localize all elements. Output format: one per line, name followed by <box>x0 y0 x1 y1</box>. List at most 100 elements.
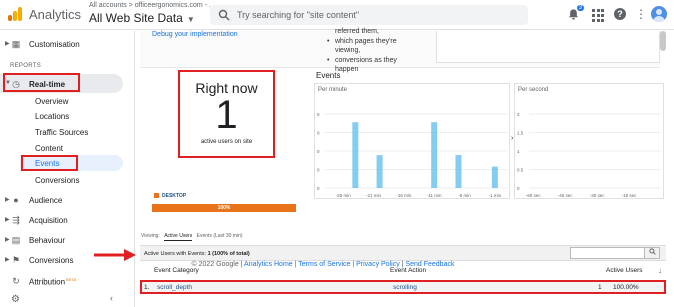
acquisition-icon: ⇶ <box>12 215 20 225</box>
sidebar-subitem-conversions[interactable]: Conversions <box>35 176 79 185</box>
info-panel: Debug your implementation referred them,… <box>140 28 666 73</box>
sidebar-item-audience[interactable]: ▶ ● Audience <box>0 191 135 209</box>
x-tick-label: -21 min <box>366 193 382 198</box>
x-tick-label: -26 min <box>336 193 352 198</box>
chevron-right-icon: ▶ <box>5 41 10 47</box>
highlight-box-realtime <box>3 73 80 92</box>
bullet-text: referred them, <box>335 28 379 35</box>
help-icon[interactable]: ? <box>614 8 626 20</box>
search-bar[interactable]: Try searching for "site content" <box>210 5 528 25</box>
y-tick-label: 0.5 <box>517 168 524 173</box>
column-header-active-users[interactable]: Active Users <box>606 267 642 274</box>
accounts-breadcrumb[interactable]: All accounts > officeergonomics.com - ..… <box>89 2 215 9</box>
viewing-label: Viewing: <box>141 233 160 239</box>
x-tick-label: -45 sec <box>558 193 574 198</box>
app-name: Analytics <box>29 7 82 22</box>
x-tick-label: -60 sec <box>526 193 542 198</box>
sidebar-item-label: Conversions <box>29 256 74 265</box>
sidebar-subitem-content[interactable]: Content <box>35 144 63 153</box>
x-tick-label: -11 min <box>427 193 442 198</box>
chevron-right-icon: ▶ <box>5 197 10 203</box>
device-label: DESKTOP <box>162 193 187 199</box>
avatar[interactable] <box>651 6 667 22</box>
summary-prefix: Active Users with Events: <box>144 251 208 257</box>
active-users-percent-cell: 100.00% <box>613 284 639 291</box>
property-name: All Web Site Data <box>89 11 183 25</box>
y-tick-label: 0 <box>317 112 320 117</box>
y-tick-label: 1.5 <box>517 131 524 136</box>
table-summary-bar: Active Users with Events: 1 (100% of tot… <box>140 245 666 261</box>
sidebar-item-acquisition[interactable]: ▶ ⇶ Acquisition <box>0 211 135 229</box>
tab-active-users[interactable]: Active Users <box>164 233 193 241</box>
notifications-bell-icon[interactable]: 3 <box>567 5 584 22</box>
flag-icon: ⚑ <box>11 255 21 265</box>
y-tick-label: 0 <box>317 149 320 154</box>
per-second-chart: Per second 2 1.5 1 0.5 0 -60 sec -45 sec -30 se… <box>514 83 664 199</box>
sidebar-item-label: Acquisition <box>29 216 68 225</box>
person-icon: ● <box>13 195 19 205</box>
y-tick-label: 1 <box>517 149 520 154</box>
search-placeholder: Try searching for "site content" <box>237 10 360 20</box>
event-action-cell[interactable]: scrolling <box>393 284 417 291</box>
dashboard-icon: ▦ <box>11 39 21 49</box>
collapse-sidebar-icon[interactable]: ‹ <box>110 293 113 303</box>
summary-value: 1 (100% of total) <box>207 251 250 257</box>
highlight-box-events <box>21 155 78 171</box>
footer-link-analytics-home[interactable]: Analytics Home <box>244 261 293 268</box>
debug-implementation-link[interactable]: Debug your implementation <box>152 31 238 38</box>
active-users-count: 1 <box>215 93 238 137</box>
x-tick-label: -30 sec <box>590 193 606 198</box>
attribution-icon: ↻ <box>12 276 20 286</box>
y-tick-label: 0 <box>317 186 320 191</box>
device-legend: DESKTOP <box>154 193 186 199</box>
more-vert-icon[interactable]: ⋮ <box>635 8 647 22</box>
event-category-cell[interactable]: scroll_depth <box>157 284 192 291</box>
per-minute-chart-svg: 0 0 0 0 0 -26 min -21 min -16 min -11 min -6 min -… <box>317 112 507 198</box>
scrollbar[interactable] <box>660 31 666 51</box>
bullet-text: viewing, <box>335 47 361 54</box>
chart-bar <box>455 155 462 188</box>
beta-badge: BETA <box>66 277 77 282</box>
sidebar-subitem-locations[interactable]: Locations <box>35 112 69 121</box>
sidebar-item-label: Behaviour <box>29 236 66 245</box>
sidebar: ▶ ▦ Customisation REPORTS ▼ ◷ Real-time … <box>0 31 135 307</box>
top-bar: Analytics All accounts > officeergonomic… <box>0 0 674 30</box>
y-tick-label: 2 <box>517 112 520 117</box>
column-header-event-action[interactable]: Event Action <box>390 267 426 274</box>
copyright: © 2022 Google | <box>191 261 243 268</box>
sidebar-item-customisation[interactable]: ▶ ▦ Customisation <box>0 35 135 53</box>
chevron-down-icon: ▼ <box>186 15 195 24</box>
chevron-right-icon: ▶ <box>5 257 10 263</box>
search-icon[interactable] <box>644 248 659 258</box>
per-minute-label: Per minute <box>318 87 348 93</box>
x-tick-label: -15 sec <box>622 193 638 198</box>
analytics-logo-icon[interactable] <box>8 7 22 21</box>
sidebar-item-attribution[interactable]: ↻ AttributionBETA <box>0 272 135 290</box>
y-tick-label: 0 <box>317 131 320 136</box>
apps-grid-icon[interactable] <box>592 8 606 22</box>
property-selector[interactable]: All Web Site Data ▼ <box>89 11 195 25</box>
footer-link-privacy[interactable]: Privacy Policy <box>356 261 400 268</box>
chart-divider-handle[interactable]: › <box>511 135 513 142</box>
footer-link-terms[interactable]: Terms of Service <box>298 261 350 268</box>
chevron-right-icon: ▶ <box>5 237 10 243</box>
sidebar-item-behaviour[interactable]: ▶ ▤ Behaviour <box>0 231 135 249</box>
info-panel-box <box>436 31 660 63</box>
sort-down-icon[interactable]: ↓ <box>658 266 662 275</box>
active-users-label: active users on site <box>200 139 253 145</box>
reports-section-label: REPORTS <box>10 63 41 69</box>
row-index: 1. <box>144 284 150 291</box>
y-tick-label: 0 <box>317 168 320 173</box>
sidebar-subitem-overview[interactable]: Overview <box>35 97 68 106</box>
admin-gear-icon[interactable]: ⚙ <box>11 294 20 305</box>
chart-bar <box>352 122 359 188</box>
table-search-input[interactable] <box>570 247 660 259</box>
tab-events-last-30[interactable]: Events (Last 30 min) <box>197 233 243 239</box>
y-tick-label: 0 <box>517 186 520 191</box>
right-now-box: Right now 1 active users on site <box>178 70 275 158</box>
events-title: Events <box>316 71 341 80</box>
column-header-event-category[interactable]: Event Category <box>154 267 199 274</box>
behaviour-icon: ▤ <box>11 235 21 245</box>
sidebar-subitem-traffic-sources[interactable]: Traffic Sources <box>35 128 88 137</box>
footer-link-feedback[interactable]: Send Feedback <box>405 261 454 268</box>
